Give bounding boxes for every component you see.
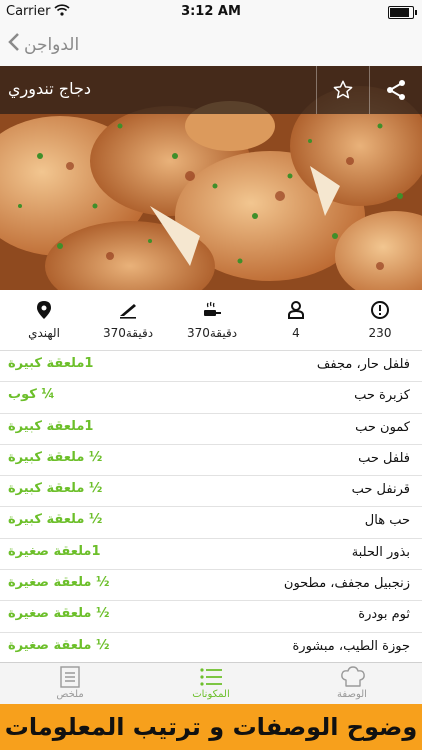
status-bar: Carrier 3:12 AM [0, 0, 422, 24]
ingredient-name: حب هال [364, 513, 410, 529]
cuisine-value: الهندي [28, 326, 60, 340]
clock: 3:12 AM [181, 4, 241, 19]
cook-time-value: 370دقيقة [186, 326, 238, 340]
ingredient-amount: ½ ملعقة كبيرة [8, 512, 103, 528]
recipe-title: دجاج تندوري [8, 79, 91, 98]
cook-time-cell: 370دقيقة [170, 290, 254, 350]
knife-icon [120, 304, 136, 319]
servings-value: 4 [292, 326, 300, 340]
tab-recipe-label: الوصفة [337, 689, 367, 700]
prep-time-value: 370دقيقة [102, 326, 154, 340]
tab-recipe[interactable]: الوصفة [282, 663, 422, 705]
ingredient-amount: ½ ملعقة صغيرة [8, 637, 110, 653]
ingredient-row: قرنفل حب ½ ملعقة كبيرة [0, 476, 422, 508]
cuisine-cell: الهندي [2, 290, 86, 350]
ingredient-row: زنجبيل مجفف، مطحون ½ ملعقة صغيرة [0, 570, 422, 602]
ingredient-name: كمون حب [355, 419, 410, 435]
ingredient-row: كزبرة حب ¼ كوب [0, 382, 422, 414]
recipe-info-row: 230 4 370دقيقة 370دقيقة الهندي [0, 290, 422, 351]
ingredient-row: حب هال ½ ملعقة كبيرة [0, 507, 422, 539]
ingredient-row: فلفل حار، مجفف 1ملعقة كبيرة [0, 351, 422, 383]
person-icon [288, 301, 304, 319]
battery-icon [388, 6, 417, 19]
tab-summary[interactable]: ملخص [0, 663, 140, 705]
ingredient-list: فلفل حار، مجفف 1ملعقة كبيرة كزبرة حب ¼ ك… [0, 351, 422, 664]
servings-cell: 4 [254, 290, 338, 350]
cooking-pan-icon [204, 301, 221, 316]
tab-summary-label: ملخص [56, 689, 84, 700]
calories-cell: 230 [338, 290, 422, 350]
document-icon [60, 666, 80, 688]
checklist-icon [200, 668, 222, 686]
ingredient-amount: ½ ملعقة صغيرة [8, 606, 110, 622]
ingredient-row: كمون حب 1ملعقة كبيرة [0, 414, 422, 445]
recipe-photo: دجاج تندوري [0, 66, 422, 290]
ingredient-row: بذور الحلبة 1ملعقة صغيرة [0, 539, 422, 571]
ingredient-amount: 1ملعقة كبيرة [8, 418, 94, 434]
location-pin-icon [37, 301, 51, 319]
ingredient-name: جوزة الطيب، مبشورة [292, 638, 410, 654]
ingredient-amount: ½ ملعقة كبيرة [8, 449, 103, 465]
prep-time-cell: 370دقيقة [86, 290, 170, 350]
ingredient-row: جوزة الطيب، مبشورة ½ ملعقة صغيرة [0, 633, 422, 664]
ingredient-name: ثوم بودرة [358, 607, 410, 623]
navigation-bar: الدواجن [0, 24, 422, 67]
ingredient-name: قرنفل حب [351, 482, 410, 498]
alert-circle-icon [371, 301, 389, 319]
share-button[interactable] [369, 66, 422, 114]
share-icon [387, 80, 405, 100]
recipe-title-bar: دجاج تندوري [0, 66, 422, 114]
ingredient-amount: 1ملعقة كبيرة [8, 356, 94, 371]
ingredient-name: كزبرة حب [354, 388, 410, 404]
ingredient-amount: ¼ كوب [8, 387, 55, 403]
ingredient-amount: 1ملعقة صغيرة [8, 543, 101, 559]
ingredient-name: فلفل حب [358, 450, 410, 466]
ingredient-amount: ½ ملعقة كبيرة [8, 481, 103, 497]
promo-banner: وضوح الوصفات و ترتيب المعلومات [0, 704, 422, 750]
tab-bar: ملخص المكونات الوصفة [0, 662, 422, 705]
ingredient-row: ثوم بودرة ½ ملعقة صغيرة [0, 601, 422, 633]
back-button[interactable]: الدواجن [8, 32, 79, 57]
tab-ingredients-label: المكونات [192, 689, 230, 700]
ingredient-amount: ½ ملعقة صغيرة [8, 575, 110, 591]
ingredient-name: زنجبيل مجفف، مطحون [283, 576, 410, 592]
chevron-left-icon [8, 32, 20, 57]
chef-hat-icon [341, 666, 365, 687]
star-icon [333, 80, 353, 99]
ingredient-name: فلفل حار، مجفف [316, 357, 410, 372]
ingredient-row: فلفل حب ½ ملعقة كبيرة [0, 445, 422, 477]
tab-ingredients[interactable]: المكونات [141, 663, 281, 705]
favorite-button[interactable] [316, 66, 369, 114]
ingredient-name: بذور الحلبة [351, 544, 410, 560]
back-label: الدواجن [24, 34, 80, 55]
promo-text: وضوح الوصفات و ترتيب المعلومات [4, 713, 418, 741]
calories-value: 230 [368, 326, 392, 340]
